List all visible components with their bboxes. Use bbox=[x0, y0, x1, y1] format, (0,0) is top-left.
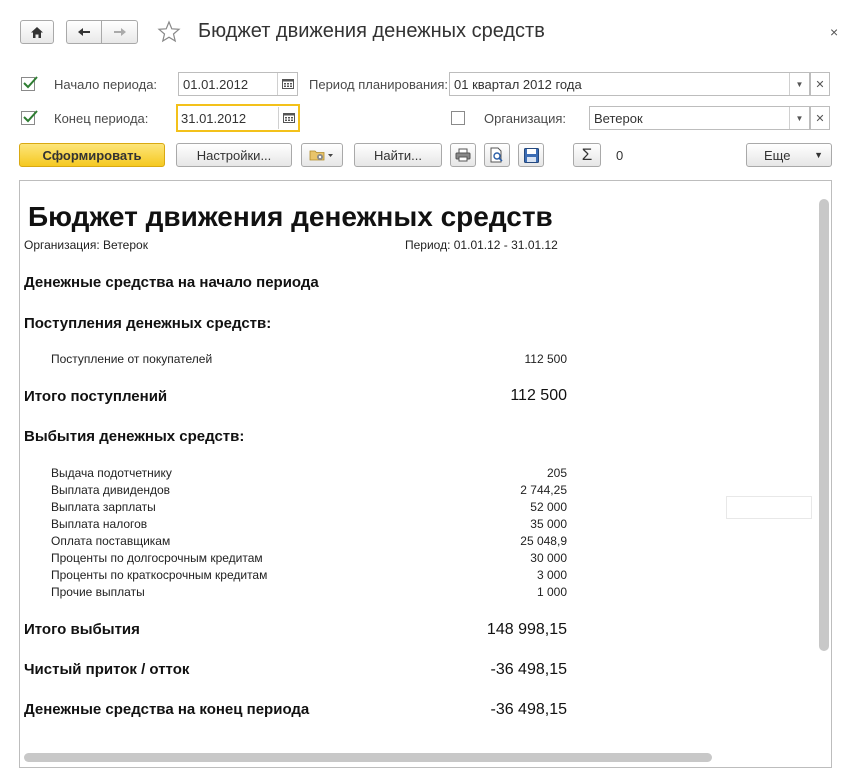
net-flow-value: -36 498,15 bbox=[490, 661, 567, 678]
disposal-row-label: Выплата налогов bbox=[51, 517, 148, 531]
sum-value: 0 bbox=[616, 148, 624, 163]
back-button[interactable] bbox=[66, 20, 101, 44]
disposal-row-value: 52 000 bbox=[530, 500, 567, 514]
chevron-down-icon: ▼ bbox=[795, 79, 804, 89]
gear-folder-icon bbox=[309, 150, 333, 161]
report-title: Бюджет движения денежных средств bbox=[28, 201, 553, 232]
period-start-checkbox[interactable] bbox=[21, 76, 38, 91]
receipts-total-value: 112 500 bbox=[510, 387, 567, 404]
cash-end-label: Денежные средства на конец периода bbox=[24, 701, 310, 718]
disposal-row-label: Выдача подотчетнику bbox=[51, 466, 172, 480]
chevron-down-icon: ▼ bbox=[814, 150, 823, 160]
preview-button[interactable] bbox=[484, 143, 510, 167]
close-icon[interactable]: × bbox=[830, 24, 838, 40]
disposal-row-value: 2 744,25 bbox=[520, 483, 567, 497]
arrow-left-icon bbox=[78, 28, 90, 36]
period-end-checkbox[interactable] bbox=[21, 110, 38, 125]
disposals-total-value: 148 998,15 bbox=[486, 621, 567, 638]
disposal-row-value: 3 000 bbox=[536, 568, 567, 582]
period-start-calendar-button[interactable] bbox=[277, 73, 297, 95]
calendar-icon bbox=[282, 113, 295, 123]
forward-button[interactable] bbox=[101, 20, 138, 44]
cash-end-value: -36 498,15 bbox=[490, 701, 567, 718]
disposal-row-label: Проценты по краткосрочным кредитам bbox=[51, 568, 268, 582]
receipt-row-value: 112 500 bbox=[524, 352, 568, 366]
vertical-scrollbar[interactable] bbox=[819, 199, 829, 651]
receipt-row-label: Поступление от покупателей bbox=[51, 352, 213, 366]
printer-icon bbox=[455, 148, 471, 162]
generate-button[interactable]: Сформировать bbox=[19, 143, 165, 167]
organization-checkbox[interactable] bbox=[451, 111, 465, 125]
variants-menu-button[interactable] bbox=[301, 143, 343, 167]
disposal-row-value: 35 000 bbox=[530, 517, 567, 531]
disposals-heading: Выбытия денежных средств: bbox=[24, 428, 245, 445]
more-button[interactable]: Еще ▼ bbox=[746, 143, 832, 167]
period-end-field[interactable]: 31.01.2012 bbox=[176, 104, 300, 132]
report-document[interactable]: Бюджет движения денежных средств Организ… bbox=[19, 180, 832, 768]
period-end-label: Конец периода: bbox=[54, 111, 149, 126]
clear-icon: ✕ bbox=[815, 78, 825, 91]
planning-period-label: Период планирования: bbox=[309, 77, 449, 92]
checkmark-icon bbox=[23, 76, 38, 89]
disposal-row-value: 30 000 bbox=[530, 551, 567, 565]
disposal-row-label: Оплата поставщикам bbox=[51, 534, 171, 548]
disposal-row-value: 205 bbox=[546, 466, 567, 480]
period-end-calendar-button[interactable] bbox=[278, 107, 298, 129]
cash-start-heading: Денежные средства на начало периода bbox=[24, 274, 319, 291]
arrow-right-icon bbox=[113, 28, 126, 36]
disposal-row-label: Выплата зарплаты bbox=[51, 500, 156, 514]
organization-value: Ветерок bbox=[594, 111, 643, 126]
sigma-icon: Σ bbox=[581, 145, 593, 164]
planning-period-value: 01 квартал 2012 года bbox=[454, 77, 582, 92]
planning-period-field[interactable]: 01 квартал 2012 года ▼ bbox=[449, 72, 810, 96]
organization-dropdown-button[interactable]: ▼ bbox=[789, 107, 809, 129]
home-button[interactable] bbox=[20, 20, 54, 44]
favorite-star-icon[interactable] bbox=[157, 20, 181, 47]
chevron-down-icon: ▼ bbox=[795, 113, 804, 123]
period-end-value: 31.01.2012 bbox=[181, 111, 247, 126]
disposal-row-label: Выплата дивидендов bbox=[51, 483, 171, 497]
period-start-label: Начало периода: bbox=[54, 77, 158, 92]
organization-field[interactable]: Ветерок ▼ bbox=[589, 106, 810, 130]
horizontal-scrollbar[interactable] bbox=[24, 753, 712, 762]
organization-label: Организация: bbox=[484, 111, 567, 126]
save-button[interactable] bbox=[518, 143, 544, 167]
period-start-value: 01.01.2012 bbox=[183, 77, 249, 92]
selected-cell[interactable] bbox=[726, 496, 812, 519]
planning-period-dropdown-button[interactable]: ▼ bbox=[789, 73, 809, 95]
save-icon bbox=[523, 147, 539, 163]
disposal-row-label: Прочие выплаты bbox=[51, 585, 145, 599]
disposal-row-value: 1 000 bbox=[536, 585, 567, 599]
planning-period-clear-button[interactable]: ✕ bbox=[810, 72, 830, 96]
disposals-total-label: Итого выбытия bbox=[24, 621, 140, 638]
receipts-total-label: Итого поступлений bbox=[24, 388, 168, 405]
net-flow-label: Чистый приток / отток bbox=[24, 661, 190, 678]
sum-button[interactable]: Σ bbox=[573, 143, 601, 167]
settings-button[interactable]: Настройки... bbox=[176, 143, 292, 167]
report-period: Период: 01.01.12 - 31.01.12 bbox=[405, 238, 558, 252]
disposal-row-value: 25 048,9 bbox=[520, 534, 567, 548]
checkmark-icon bbox=[23, 110, 38, 123]
more-label: Еще bbox=[764, 147, 791, 163]
preview-icon bbox=[490, 147, 503, 163]
period-start-field[interactable]: 01.01.2012 bbox=[178, 72, 298, 96]
find-button[interactable]: Найти... bbox=[354, 143, 442, 167]
print-button[interactable] bbox=[450, 143, 476, 167]
receipts-heading: Поступления денежных средств: bbox=[24, 315, 272, 332]
calendar-icon bbox=[281, 79, 294, 89]
report-organization: Организация: Ветерок bbox=[24, 238, 148, 252]
organization-clear-button[interactable]: ✕ bbox=[810, 106, 830, 130]
home-icon bbox=[31, 26, 43, 38]
window-title: Бюджет движения денежных средств bbox=[198, 20, 545, 42]
clear-icon: ✕ bbox=[815, 112, 825, 125]
disposal-row-label: Проценты по долгосрочным кредитам bbox=[51, 551, 263, 565]
